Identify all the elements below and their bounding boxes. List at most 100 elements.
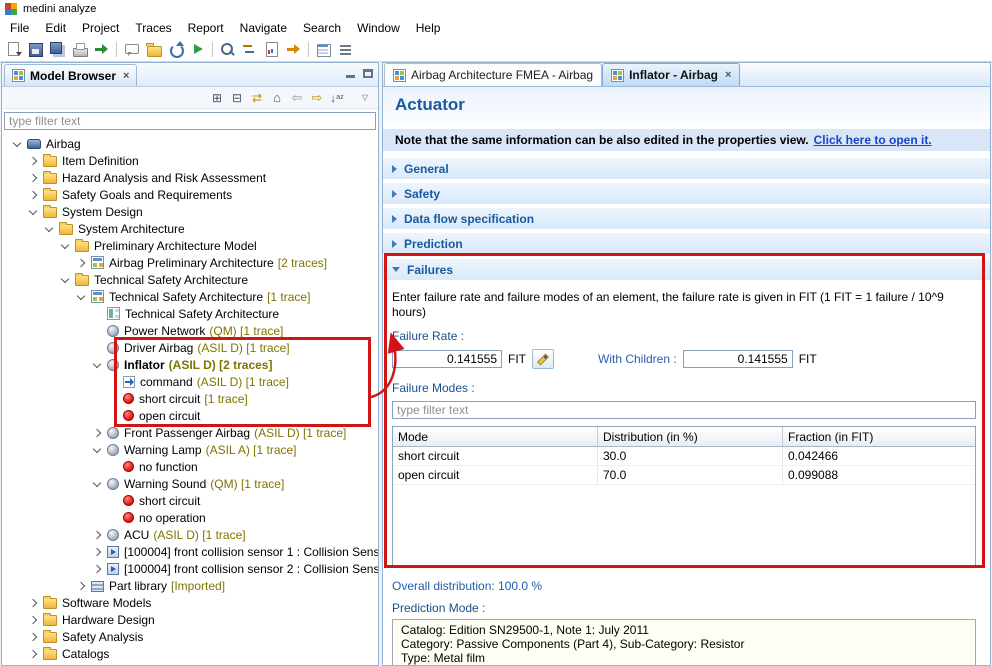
tree-item-warning-lamp[interactable]: Warning Lamp(ASIL A) [1 trace]: [2, 441, 378, 458]
recalculate-icon[interactable]: [532, 349, 554, 369]
minimize-icon[interactable]: [346, 75, 355, 78]
failure-rate-input[interactable]: [392, 350, 502, 368]
collapse-arrow-icon[interactable]: [93, 478, 101, 486]
trace-matrix-icon[interactable]: [239, 39, 260, 60]
menu-item-project[interactable]: Project: [74, 19, 127, 37]
tree-item-safety-analysis[interactable]: Safety Analysis: [2, 628, 378, 645]
tree-item-item-definition[interactable]: Item Definition: [2, 152, 378, 169]
expand-arrow-icon[interactable]: [77, 258, 85, 266]
close-icon[interactable]: [725, 69, 731, 81]
report-icon[interactable]: [261, 39, 282, 60]
menu-item-file[interactable]: File: [2, 19, 37, 37]
model-browser-tab[interactable]: Model Browser: [4, 64, 137, 86]
run-icon[interactable]: [187, 39, 208, 60]
collapse-arrow-icon[interactable]: [29, 206, 37, 214]
view-menu-icon[interactable]: [356, 89, 374, 107]
link-with-editor-icon[interactable]: [248, 89, 266, 107]
close-icon[interactable]: [123, 70, 129, 82]
expand-arrow-icon[interactable]: [29, 598, 37, 606]
collapse-arrow-icon[interactable]: [77, 291, 85, 299]
tree-item-short-circuit[interactable]: short circuit: [2, 492, 378, 509]
home-icon[interactable]: [268, 89, 286, 107]
table-row-short-circuit[interactable]: short circuit30.00.042466: [393, 447, 975, 466]
table-view-icon[interactable]: [313, 39, 334, 60]
maximize-icon[interactable]: [363, 69, 373, 78]
expand-arrow-icon[interactable]: [93, 564, 101, 572]
tree-item-front-passenger-airbag[interactable]: Front Passenger Airbag(ASIL D) [1 trace]: [2, 424, 378, 441]
expand-arrow-icon[interactable]: [29, 173, 37, 181]
tree-item-preliminary-architecture-model[interactable]: Preliminary Architecture Model: [2, 237, 378, 254]
tree-item-inflator[interactable]: Inflator(ASIL D) [2 traces]: [2, 356, 378, 373]
column-header-mode[interactable]: Mode: [393, 427, 598, 446]
menu-item-window[interactable]: Window: [349, 19, 408, 37]
menu-item-search[interactable]: Search: [295, 19, 349, 37]
new-icon[interactable]: [3, 39, 24, 60]
export-icon[interactable]: [91, 39, 112, 60]
save-icon[interactable]: [25, 39, 46, 60]
collapse-arrow-icon[interactable]: [61, 240, 69, 248]
tree-item-technical-safety-architecture[interactable]: Technical Safety Architecture: [2, 271, 378, 288]
with-children-input[interactable]: [683, 350, 793, 368]
sort-icon[interactable]: [328, 89, 346, 107]
expand-arrow-icon[interactable]: [77, 581, 85, 589]
collapse-arrow-icon[interactable]: [45, 223, 53, 231]
expand-arrow-icon[interactable]: [93, 547, 101, 555]
back-icon[interactable]: [288, 89, 306, 107]
expand-arrow-icon[interactable]: [93, 530, 101, 538]
tree-item-catalogs[interactable]: Catalogs: [2, 645, 378, 662]
menu-item-edit[interactable]: Edit: [37, 19, 74, 37]
tree-item-airbag-preliminary-architecture[interactable]: Airbag Preliminary Architecture[2 traces…: [2, 254, 378, 271]
tree-item-system-design[interactable]: System Design: [2, 203, 378, 220]
collapse-arrow-icon[interactable]: [13, 138, 21, 146]
tree-item-short-circuit[interactable]: short circuit[1 trace]: [2, 390, 378, 407]
tree-item-no-function[interactable]: no function: [2, 458, 378, 475]
section-data-flow-specification[interactable]: Data flow specification: [383, 207, 990, 229]
column-header-distribution-in[interactable]: Distribution (in %): [598, 427, 783, 446]
tree-item-technical-safety-architecture[interactable]: Technical Safety Architecture[1 trace]: [2, 288, 378, 305]
collapse-arrow-icon[interactable]: [61, 274, 69, 282]
tree-item-no-operation[interactable]: no operation: [2, 509, 378, 526]
comment-icon[interactable]: [121, 39, 142, 60]
tree-item-100004-front-collision-sensor-1-collision-senso[interactable]: [100004] front collision sensor 1 : Coll…: [2, 543, 378, 560]
editor-tab-inflator[interactable]: Inflator - Airbag: [602, 63, 740, 86]
menu-item-help[interactable]: Help: [408, 19, 449, 37]
section-prediction[interactable]: Prediction: [383, 232, 990, 254]
collapse-arrow-icon[interactable]: [93, 359, 101, 367]
tree-item-command[interactable]: command(ASIL D) [1 trace]: [2, 373, 378, 390]
tree-item-hazard-analysis-and-risk-assessment[interactable]: Hazard Analysis and Risk Assessment: [2, 169, 378, 186]
collapse-arrow-icon[interactable]: [93, 444, 101, 452]
section-failures[interactable]: Failures: [383, 258, 990, 280]
expand-arrow-icon[interactable]: [29, 156, 37, 164]
tree-filter-input[interactable]: [4, 112, 376, 130]
expand-all-icon[interactable]: [208, 89, 226, 107]
section-safety[interactable]: Safety: [383, 182, 990, 204]
tree-item-100004-front-collision-sensor-2-collision-senso[interactable]: [100004] front collision sensor 2 : Coll…: [2, 560, 378, 577]
tree-item-safety-goals-and-requirements[interactable]: Safety Goals and Requirements: [2, 186, 378, 203]
tree-item-airbag[interactable]: Airbag: [2, 135, 378, 152]
search-icon[interactable]: [217, 39, 238, 60]
print-icon[interactable]: [69, 39, 90, 60]
menu-item-traces[interactable]: Traces: [127, 19, 179, 37]
tree-item-open-circuit[interactable]: open circuit: [2, 407, 378, 424]
tree-item-power-network[interactable]: Power Network(QM) [1 trace]: [2, 322, 378, 339]
save-all-icon[interactable]: [47, 39, 68, 60]
collapse-all-icon[interactable]: [228, 89, 246, 107]
tree-item-system-architecture[interactable]: System Architecture: [2, 220, 378, 237]
table-row-open-circuit[interactable]: open circuit70.00.099088: [393, 466, 975, 485]
tree-item-acu[interactable]: ACU(ASIL D) [1 trace]: [2, 526, 378, 543]
tree-item-hardware-design[interactable]: Hardware Design: [2, 611, 378, 628]
open-folder-icon[interactable]: [143, 39, 164, 60]
expand-arrow-icon[interactable]: [29, 615, 37, 623]
section-general[interactable]: General: [383, 157, 990, 179]
tree-item-software-models[interactable]: Software Models: [2, 594, 378, 611]
forward-icon[interactable]: [308, 89, 326, 107]
expand-arrow-icon[interactable]: [29, 649, 37, 657]
refresh-icon[interactable]: [165, 39, 186, 60]
properties-icon[interactable]: [335, 39, 356, 60]
expand-arrow-icon[interactable]: [29, 190, 37, 198]
failure-modes-filter-input[interactable]: [392, 401, 976, 419]
tree-item-part-library[interactable]: Part library[Imported]: [2, 577, 378, 594]
open-properties-link[interactable]: Click here to open it.: [814, 133, 932, 147]
tree-item-technical-safety-architecture[interactable]: Technical Safety Architecture: [2, 305, 378, 322]
menu-item-navigate[interactable]: Navigate: [232, 19, 295, 37]
